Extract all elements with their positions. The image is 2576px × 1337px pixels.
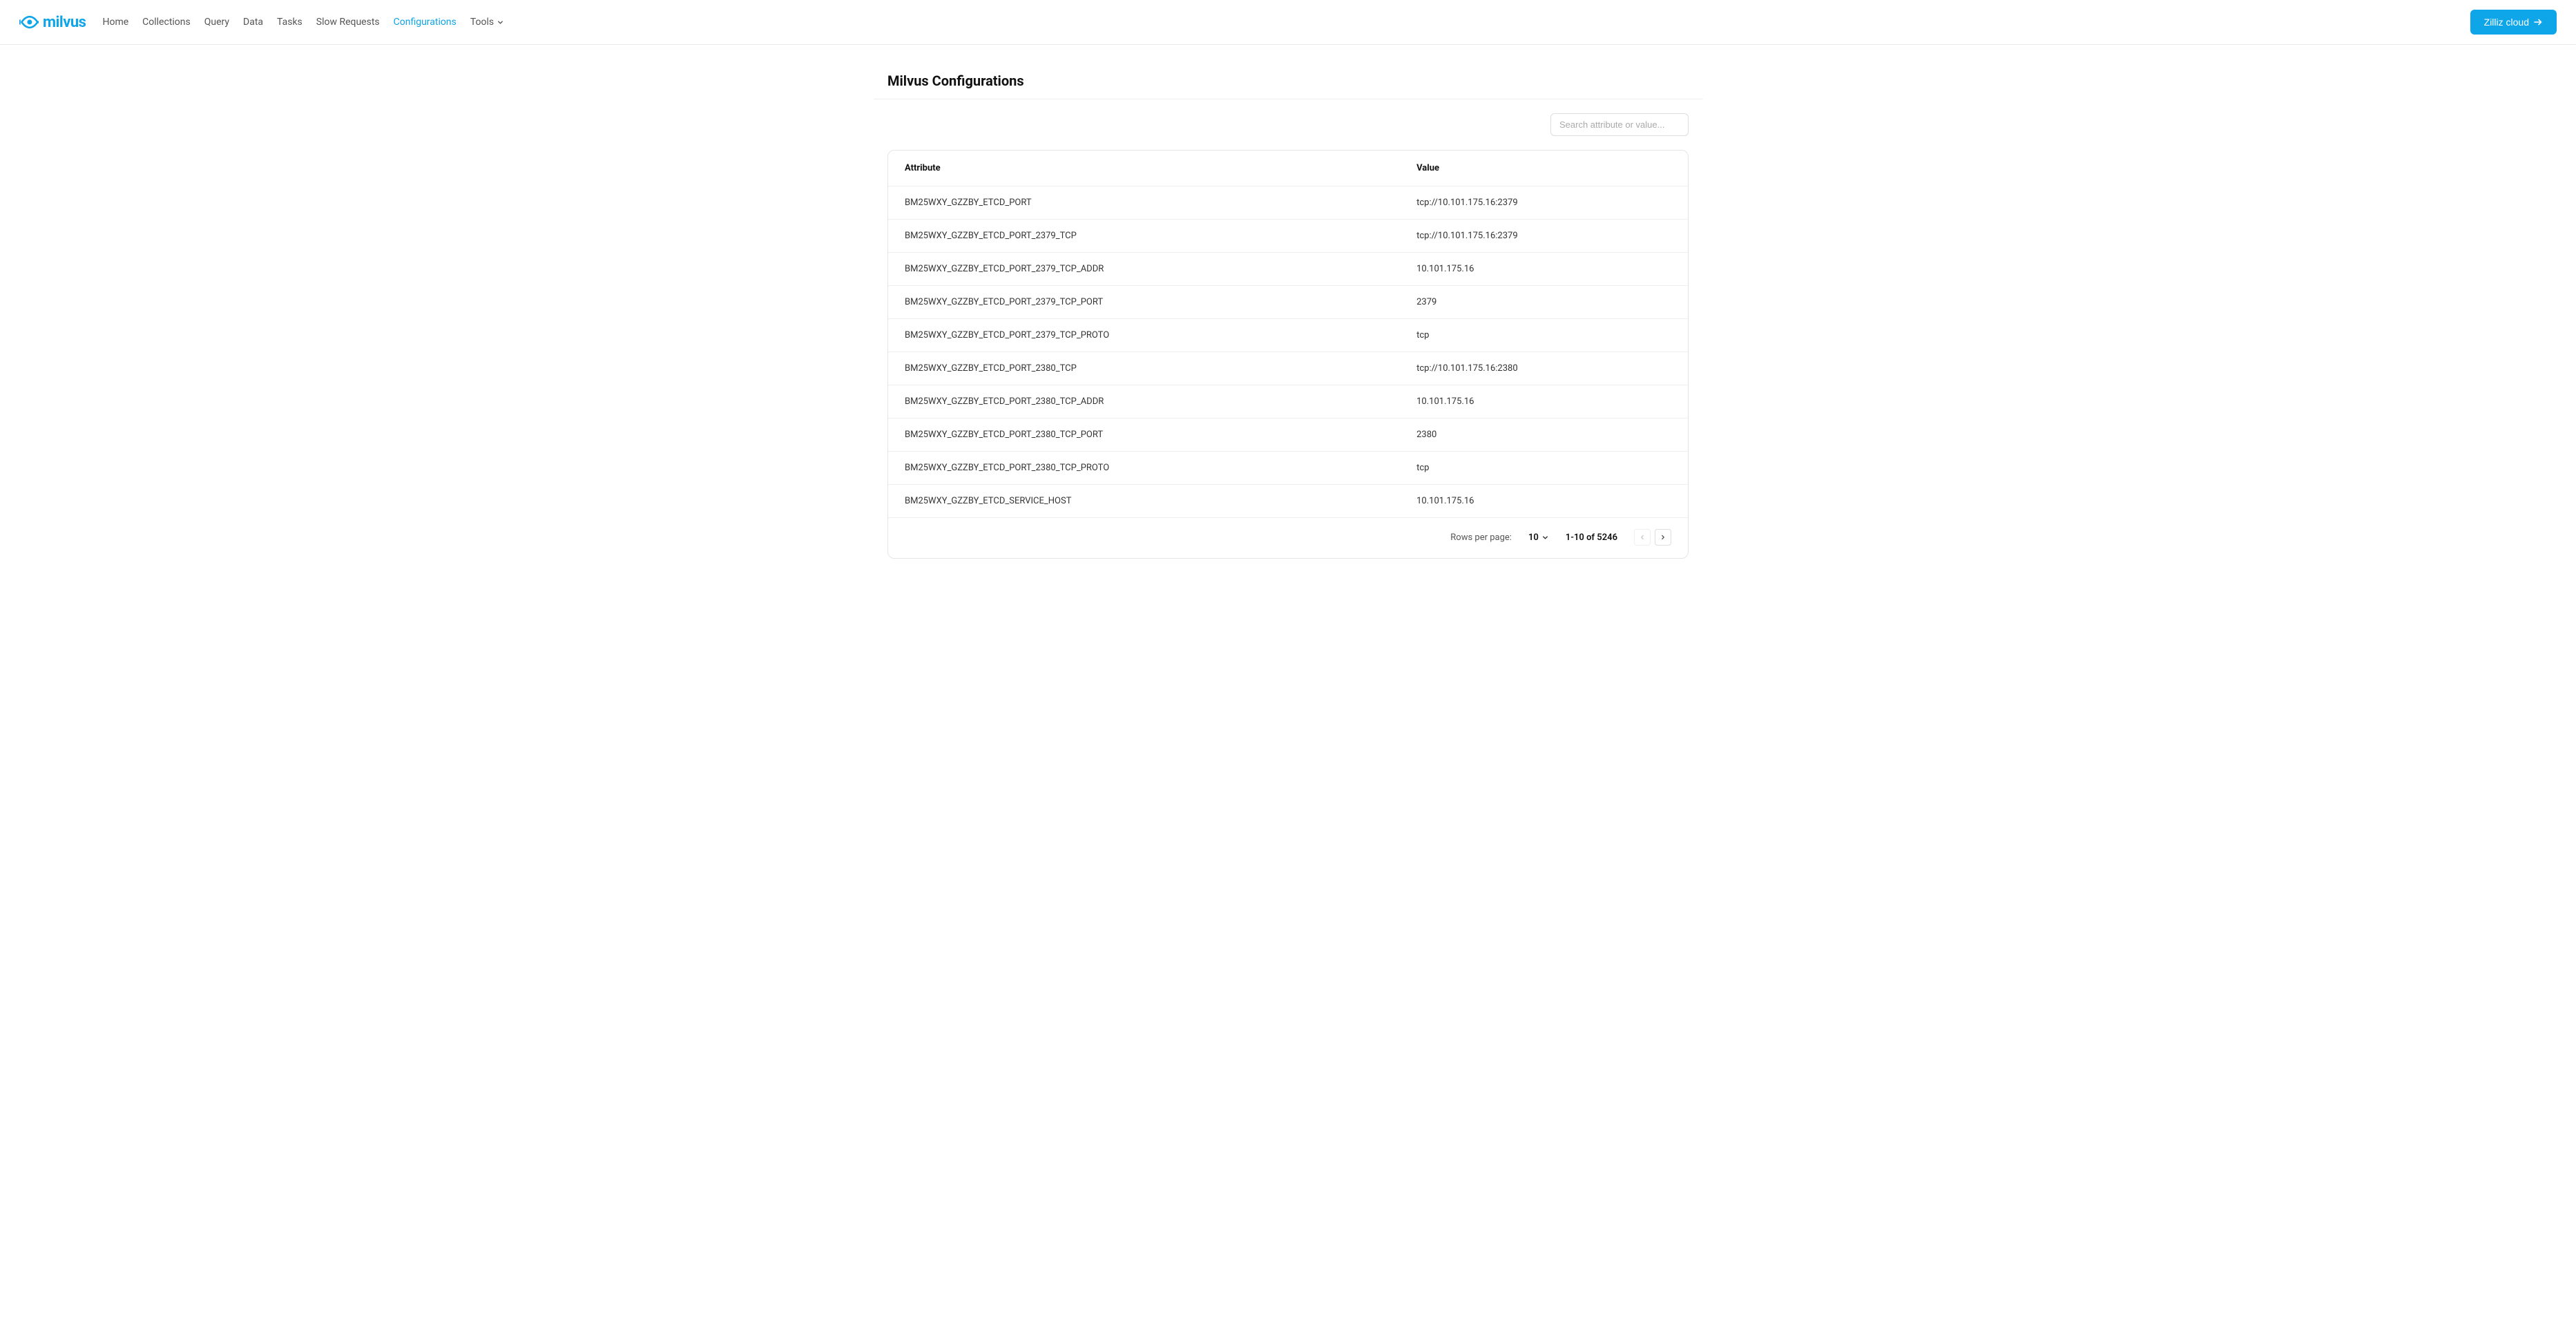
milvus-eye-icon: [19, 12, 39, 32]
header-left: milvus Home Collections Query Data Tasks…: [19, 12, 504, 32]
cell-attribute: BM25WXY_GZZBY_ETCD_PORT_2379_TCP_PORT: [888, 286, 1400, 319]
table-row: BM25WXY_GZZBY_ETCD_PORTtcp://10.101.175.…: [888, 186, 1688, 220]
brand-logo[interactable]: milvus: [19, 12, 86, 32]
table-row: BM25WXY_GZZBY_ETCD_PORT_2380_TCP_ADDR10.…: [888, 385, 1688, 419]
table-row: BM25WXY_GZZBY_ETCD_PORT_2380_TCPtcp://10…: [888, 352, 1688, 385]
cell-value: 2379: [1400, 286, 1688, 319]
cell-attribute: BM25WXY_GZZBY_ETCD_PORT_2379_TCP_ADDR: [888, 253, 1400, 286]
nav-query[interactable]: Query: [204, 17, 229, 28]
config-table: Attribute Value BM25WXY_GZZBY_ETCD_PORTt…: [888, 151, 1688, 518]
chevron-left-icon: [1639, 534, 1646, 541]
cell-value: 10.101.175.16: [1400, 485, 1688, 518]
prev-page-button[interactable]: [1634, 529, 1651, 546]
cell-value: tcp://10.101.175.16:2379: [1400, 220, 1688, 253]
cell-attribute: BM25WXY_GZZBY_ETCD_PORT_2380_TCP: [888, 352, 1400, 385]
page-nav: [1634, 529, 1671, 546]
chevron-right-icon: [1660, 534, 1666, 541]
cell-attribute: BM25WXY_GZZBY_ETCD_PORT_2379_TCP: [888, 220, 1400, 253]
cell-attribute: BM25WXY_GZZBY_ETCD_PORT_2380_TCP_PROTO: [888, 452, 1400, 485]
nav-configurations[interactable]: Configurations: [394, 17, 456, 28]
arrow-right-icon: [2533, 17, 2543, 27]
chevron-down-icon: [497, 19, 504, 26]
app-header: milvus Home Collections Query Data Tasks…: [0, 0, 2576, 45]
config-table-card: Attribute Value BM25WXY_GZZBY_ETCD_PORTt…: [887, 150, 1689, 559]
rows-per-page-value: 10: [1528, 532, 1539, 543]
page-title: Milvus Configurations: [887, 73, 1689, 89]
table-row: BM25WXY_GZZBY_ETCD_PORT_2379_TCP_PORT237…: [888, 286, 1688, 319]
table-row: BM25WXY_GZZBY_ETCD_SERVICE_HOST10.101.17…: [888, 485, 1688, 518]
nav-tasks[interactable]: Tasks: [277, 17, 302, 28]
table-row: BM25WXY_GZZBY_ETCD_PORT_2380_TCP_PORT238…: [888, 419, 1688, 452]
table-row: BM25WXY_GZZBY_ETCD_PORT_2379_TCP_ADDR10.…: [888, 253, 1688, 286]
zilliz-cloud-label: Zilliz cloud: [2484, 17, 2529, 28]
nav-tools-label: Tools: [470, 17, 494, 28]
cell-attribute: BM25WXY_GZZBY_ETCD_PORT: [888, 186, 1400, 220]
brand-name: milvus: [43, 14, 86, 31]
page-title-section: Milvus Configurations: [874, 45, 1702, 99]
pagination: Rows per page: 10 1-10 of 5246: [888, 518, 1688, 551]
main-nav: Home Collections Query Data Tasks Slow R…: [102, 17, 504, 28]
col-header-value: Value: [1400, 151, 1688, 186]
nav-tools[interactable]: Tools: [470, 17, 504, 28]
nav-data[interactable]: Data: [243, 17, 263, 28]
nav-collections[interactable]: Collections: [142, 17, 191, 28]
nav-slow-requests[interactable]: Slow Requests: [316, 17, 380, 28]
table-body: BM25WXY_GZZBY_ETCD_PORTtcp://10.101.175.…: [888, 186, 1688, 518]
cell-value: 10.101.175.16: [1400, 385, 1688, 419]
cell-value: tcp://10.101.175.16:2380: [1400, 352, 1688, 385]
cell-value: tcp://10.101.175.16:2379: [1400, 186, 1688, 220]
table-row: BM25WXY_GZZBY_ETCD_PORT_2379_TCP_PROTOtc…: [888, 319, 1688, 352]
zilliz-cloud-button[interactable]: Zilliz cloud: [2470, 10, 2557, 35]
cell-attribute: BM25WXY_GZZBY_ETCD_PORT_2380_TCP_PORT: [888, 419, 1400, 452]
rows-per-page-label: Rows per page:: [1450, 532, 1512, 543]
chevron-down-icon: [1541, 534, 1549, 541]
table-row: BM25WXY_GZZBY_ETCD_PORT_2379_TCPtcp://10…: [888, 220, 1688, 253]
cell-value: tcp: [1400, 452, 1688, 485]
nav-home[interactable]: Home: [102, 17, 128, 28]
cell-value: 2380: [1400, 419, 1688, 452]
next-page-button[interactable]: [1655, 529, 1671, 546]
cell-attribute: BM25WXY_GZZBY_ETCD_SERVICE_HOST: [888, 485, 1400, 518]
cell-value: 10.101.175.16: [1400, 253, 1688, 286]
page-range: 1-10 of 5246: [1566, 532, 1617, 543]
col-header-attribute: Attribute: [888, 151, 1400, 186]
rows-per-page-select[interactable]: 10: [1528, 532, 1549, 543]
main-content: Attribute Value BM25WXY_GZZBY_ETCD_PORTt…: [874, 99, 1702, 559]
search-input[interactable]: [1550, 113, 1689, 136]
cell-value: tcp: [1400, 319, 1688, 352]
search-row: [887, 99, 1689, 150]
cell-attribute: BM25WXY_GZZBY_ETCD_PORT_2380_TCP_ADDR: [888, 385, 1400, 419]
cell-attribute: BM25WXY_GZZBY_ETCD_PORT_2379_TCP_PROTO: [888, 319, 1400, 352]
table-header-row: Attribute Value: [888, 151, 1688, 186]
table-row: BM25WXY_GZZBY_ETCD_PORT_2380_TCP_PROTOtc…: [888, 452, 1688, 485]
